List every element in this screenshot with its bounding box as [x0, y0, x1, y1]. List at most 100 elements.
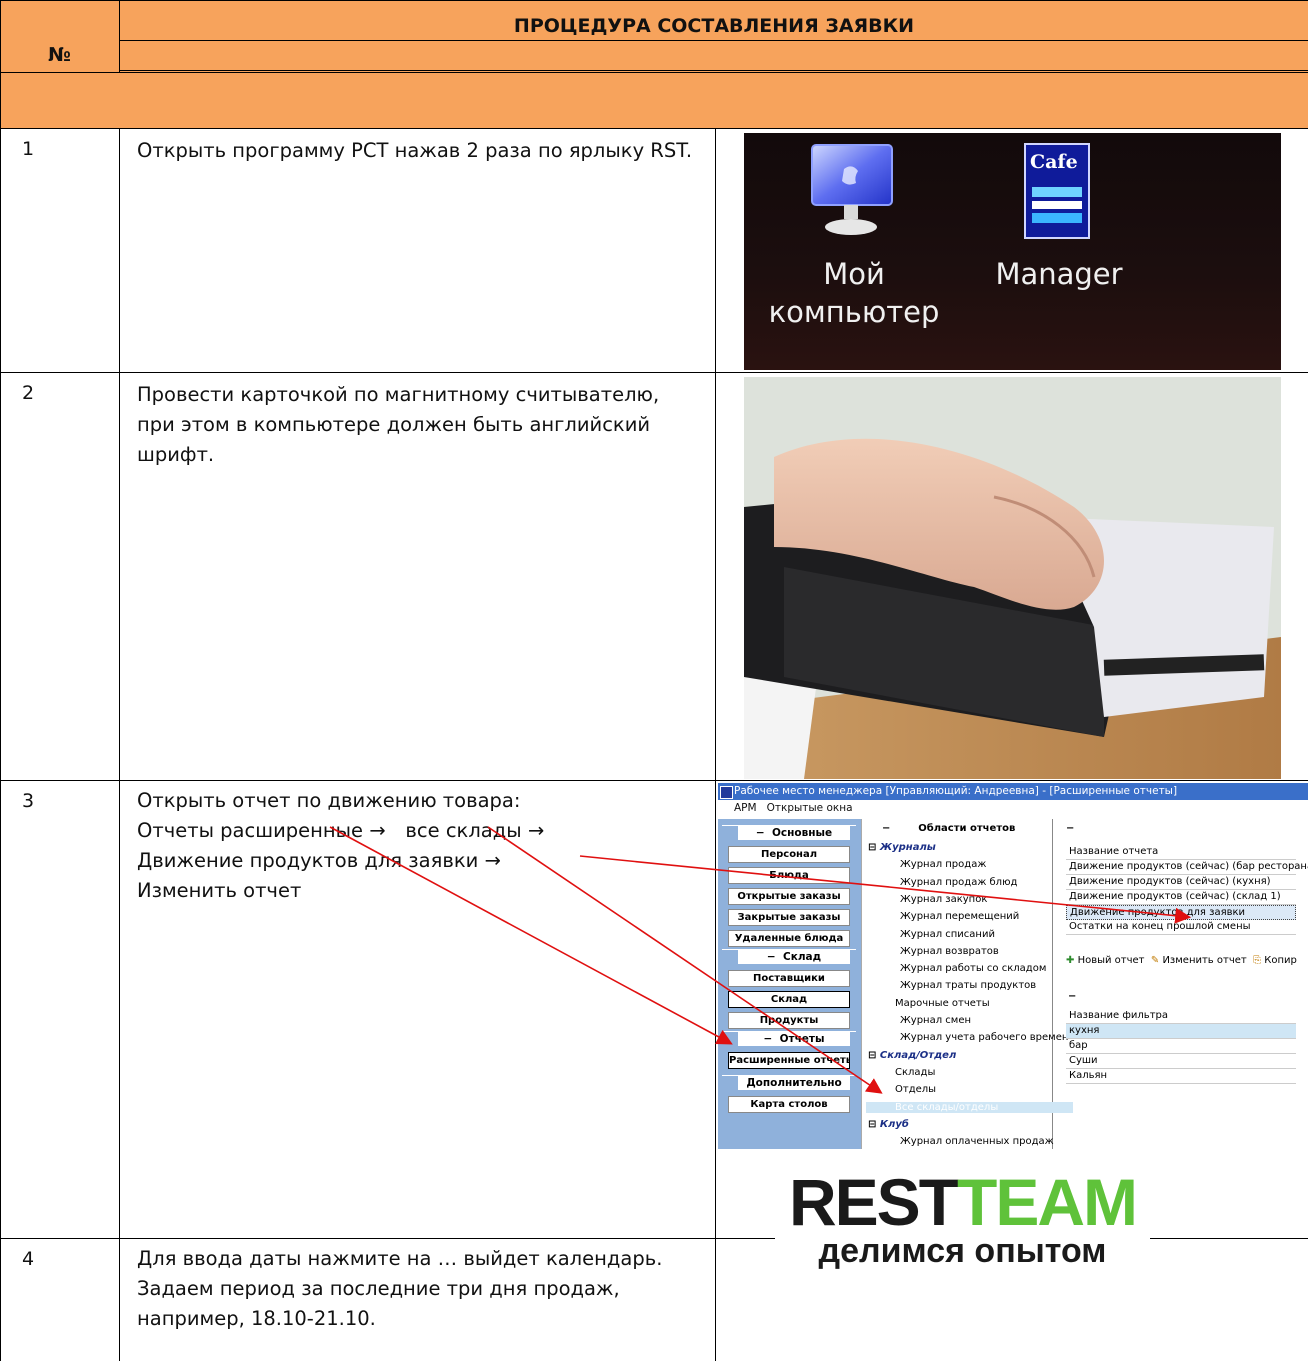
- filter-row[interactable]: Суши: [1066, 1054, 1296, 1069]
- cafe-manager-icon[interactable]: Cafe: [1024, 143, 1090, 239]
- tree-group-label: Склад/Отдел: [879, 1049, 957, 1061]
- products-button[interactable]: Продукты: [728, 1012, 850, 1029]
- deleted-dishes-button[interactable]: Удаленные блюда: [728, 930, 850, 947]
- tree-item[interactable]: Марочные отчеты: [895, 998, 990, 1009]
- logo-word-team: TEAM: [957, 1165, 1138, 1239]
- column-divider: [715, 128, 716, 1361]
- table-map-button[interactable]: Карта столов: [728, 1096, 850, 1113]
- row-divider: [0, 372, 1308, 373]
- step-path-part: все склады: [405, 819, 522, 842]
- reports-toolbar: ✚ Новый отчет ✎ Изменить отчет ⎘ Копир: [1066, 955, 1297, 966]
- desktop-screenshot: Мой компьютер Cafe Manager: [744, 133, 1281, 370]
- collapse-icon[interactable]: ⊟: [868, 842, 880, 853]
- tree-item[interactable]: Отделы: [895, 1084, 936, 1095]
- filter-row[interactable]: Кальян: [1066, 1069, 1296, 1084]
- tree-item[interactable]: Журнал продаж блюд: [900, 877, 1017, 888]
- tree-header: − Области отчетов: [882, 823, 1016, 834]
- page-title: ПРОЦЕДУРА СОСТАВЛЕНИЯ ЗАЯВКИ: [513, 15, 915, 37]
- step-path-part: Отчеты расширенные: [137, 819, 364, 842]
- arrow-right-icon: →: [369, 819, 386, 842]
- tree-group[interactable]: ⊟ Клуб: [868, 1119, 909, 1130]
- filter-row-selected[interactable]: кухня: [1066, 1024, 1296, 1039]
- report-row[interactable]: Остатки на конец прошлой смены: [1066, 920, 1296, 935]
- tree-group[interactable]: ⊟ Журналы: [868, 842, 936, 853]
- step-number: 3: [22, 790, 35, 812]
- arrow-right-icon: →: [484, 849, 501, 872]
- row-divider: [0, 780, 1308, 781]
- arrow-right-icon: →: [527, 819, 545, 842]
- edit-icon: ✎: [1150, 955, 1160, 966]
- step-text-line: Движение продуктов для заявки →: [137, 846, 707, 876]
- my-computer-icon[interactable]: [804, 141, 899, 241]
- group-title[interactable]: Дополнительно: [738, 1076, 850, 1090]
- step-path-part: Движение продуктов для заявки: [137, 849, 479, 872]
- tree-item[interactable]: Журнал списаний: [900, 929, 995, 940]
- tree-item[interactable]: Журнал работы со складом: [900, 963, 1046, 974]
- add-icon: ✚: [1066, 955, 1075, 966]
- tree-item[interactable]: Журнал смен: [900, 1015, 971, 1026]
- header-divider: [120, 40, 1308, 41]
- copy-report-button[interactable]: ⎘ Копир: [1253, 955, 1297, 966]
- tree-item-selected[interactable]: Все склады/отделы: [866, 1101, 1073, 1113]
- report-areas-tree: − Области отчетов ⊟ Журналы Журнал продаж…: [861, 819, 1073, 1149]
- group-title[interactable]: − Отчеты: [738, 1032, 850, 1046]
- copy-icon: ⎘: [1253, 955, 1262, 966]
- report-row-selected[interactable]: Движение продуктов для заявки: [1066, 905, 1296, 920]
- number-column-header: №: [48, 44, 71, 66]
- collapse-icon[interactable]: ⊟: [868, 1050, 880, 1061]
- report-row[interactable]: Движение продуктов (сейчас) (бар рестора…: [1066, 860, 1308, 875]
- tree-item[interactable]: Журнал траты продуктов: [900, 980, 1036, 991]
- suppliers-button[interactable]: Поставщики: [728, 970, 850, 987]
- collapse-icon[interactable]: ⊟: [868, 1119, 880, 1130]
- row-divider: [1150, 1238, 1308, 1239]
- step-text: Для ввода даты нажмите на … выйдет кален…: [137, 1247, 663, 1330]
- tree-item[interactable]: Журнал закупок: [900, 894, 987, 905]
- group-title[interactable]: − Основные: [738, 826, 850, 840]
- personnel-button[interactable]: Персонал: [728, 846, 850, 863]
- warehouse-button[interactable]: Склад: [728, 991, 850, 1008]
- tree-item[interactable]: Склады: [895, 1067, 935, 1078]
- tree-item[interactable]: Журнал возвратов: [900, 946, 999, 957]
- step-instructions: Открыть отчет по движению товара: Отчеты…: [137, 786, 707, 906]
- step-number: 4: [22, 1248, 35, 1270]
- my-computer-label-2: компьютер: [768, 295, 940, 329]
- extended-reports-button[interactable]: Расширенные отчеты: [728, 1052, 850, 1069]
- menu-item-arm[interactable]: АРМ: [734, 802, 757, 814]
- report-row[interactable]: Движение продуктов (сейчас) (склад 1): [1066, 890, 1296, 905]
- cafe-icon-text: Cafe: [1030, 151, 1078, 173]
- step-text-line: Отчеты расширенные → все склады →: [137, 816, 707, 846]
- edit-report-button[interactable]: ✎ Изменить отчет: [1151, 955, 1247, 966]
- filter-row[interactable]: бар: [1066, 1039, 1296, 1054]
- app-icon: [720, 786, 733, 799]
- report-row[interactable]: Движение продуктов (сейчас) (кухня): [1066, 875, 1296, 890]
- header-divider: [0, 72, 1308, 73]
- tree-group-label: Клуб: [879, 1118, 909, 1130]
- tree-group[interactable]: ⊟ Склад/Отдел: [868, 1050, 956, 1061]
- app-title-bar: Рабочее место менеджера [Управляющий: Ан…: [718, 783, 1308, 800]
- tree-item[interactable]: Журнал продаж: [900, 859, 986, 870]
- logo-word-rest: REST: [788, 1165, 959, 1239]
- step-number: 2: [22, 382, 35, 404]
- border-top: [0, 0, 1308, 1]
- tree-group-label: Журналы: [879, 842, 936, 853]
- new-report-button[interactable]: ✚ Новый отчет: [1066, 955, 1145, 966]
- group-title[interactable]: − Склад: [738, 950, 850, 964]
- open-orders-button[interactable]: Открытые заказы: [728, 888, 850, 905]
- dishes-button[interactable]: Блюда: [728, 867, 850, 884]
- app-left-panel: − Основные Персонал Блюда Открытые заказ…: [718, 819, 861, 1149]
- group-warehouse: − Склад Поставщики Склад Продукты: [722, 949, 856, 1030]
- menu-item-open-windows[interactable]: Открытые окна: [767, 802, 853, 814]
- group-main: − Основные Персонал Блюда Открытые заказ…: [722, 825, 856, 947]
- tree-item[interactable]: Журнал оплаченных продаж: [900, 1136, 1054, 1147]
- step-number: 1: [22, 138, 35, 160]
- group-reports: − Отчеты Расширенные отчеты: [722, 1031, 856, 1072]
- app-menu-bar: АРМ Открытые окна: [718, 800, 1308, 817]
- app-screenshot: Рабочее место менеджера [Управляющий: Ан…: [718, 783, 1308, 1153]
- restteam-logo: RESTTEAM делимся опытом: [770, 1169, 1155, 1290]
- closed-orders-button[interactable]: Закрытые заказы: [728, 909, 850, 926]
- tree-item[interactable]: Журнал перемещений: [900, 911, 1019, 922]
- reports-grid-header: Название отчета: [1066, 845, 1296, 860]
- border-left: [0, 0, 1, 1361]
- step-text-line: Открыть отчет по движению товара:: [137, 789, 521, 812]
- tree-item[interactable]: Журнал учета рабочего времен: [900, 1032, 1068, 1043]
